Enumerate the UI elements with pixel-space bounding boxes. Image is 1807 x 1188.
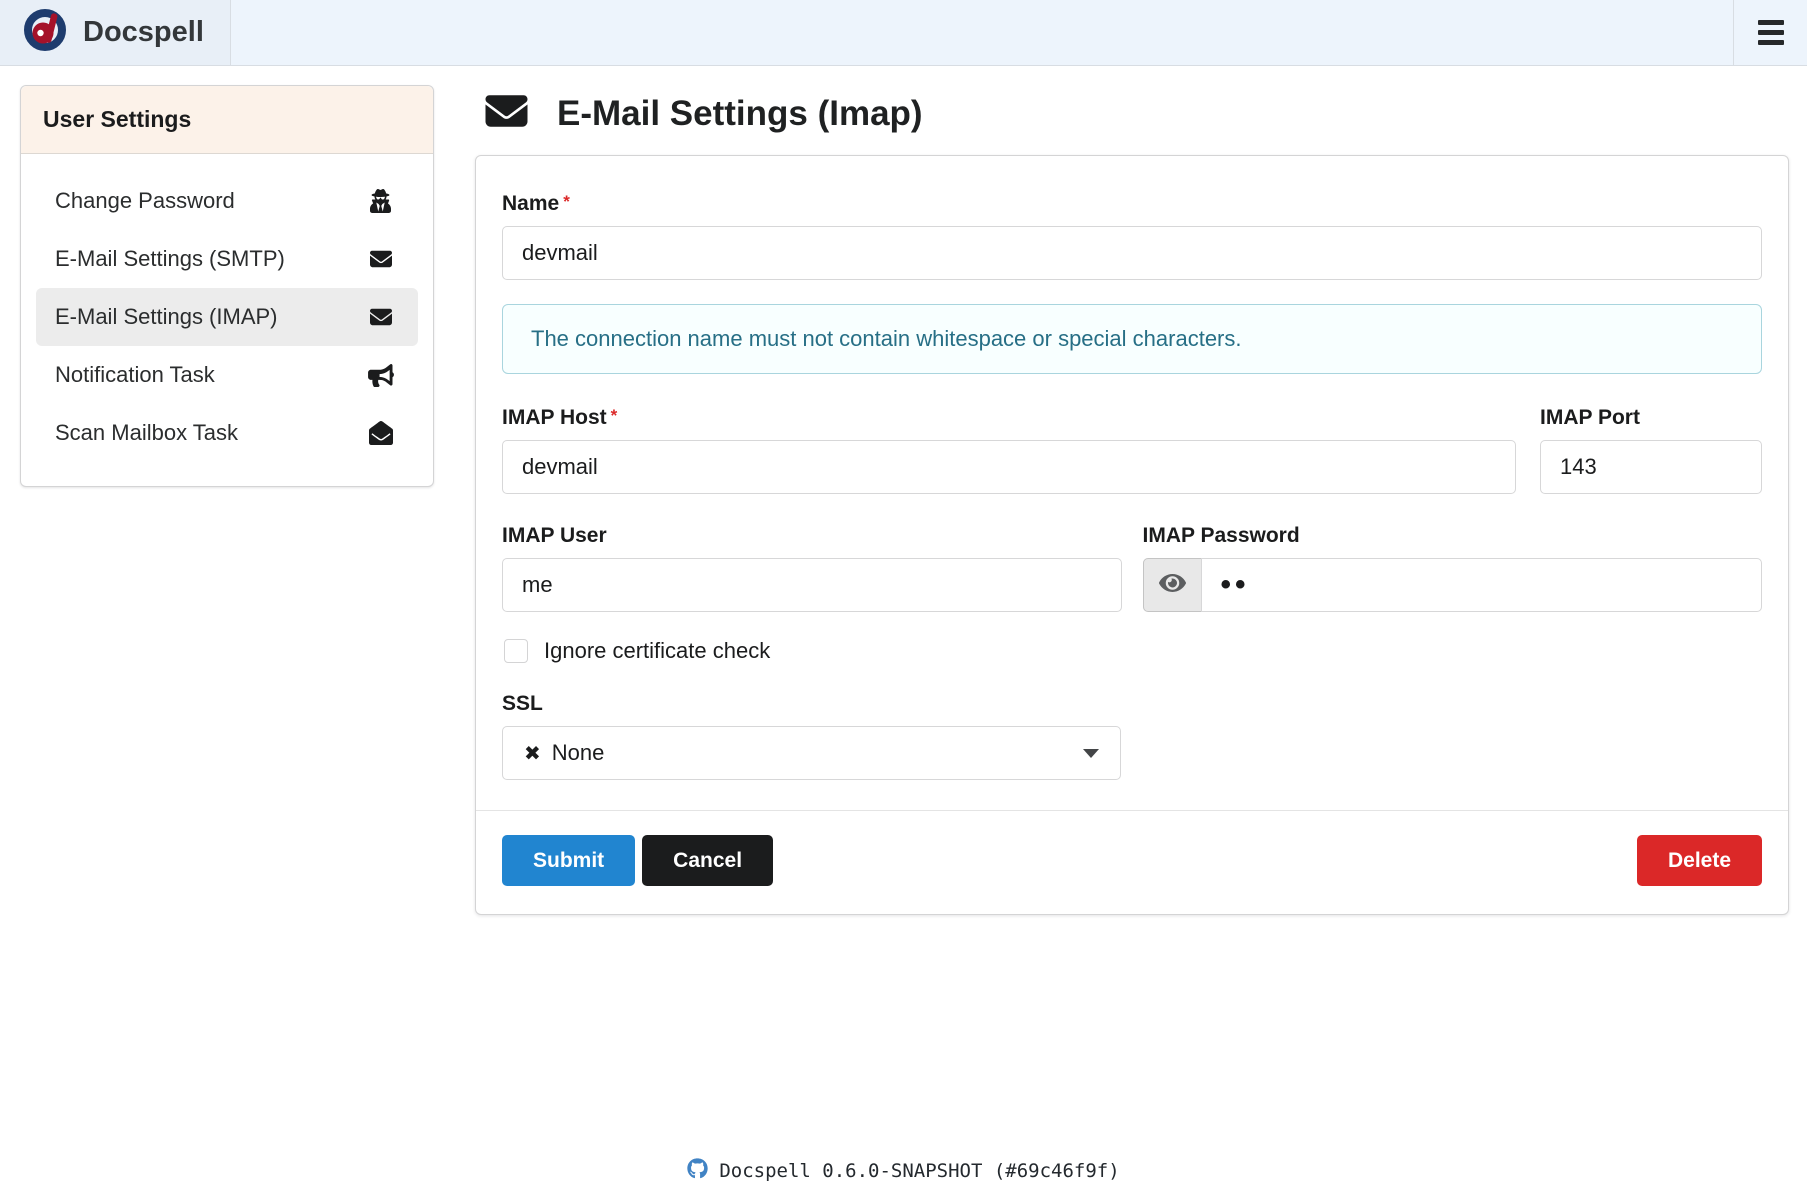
form-divider — [476, 810, 1788, 811]
user-password-row: IMAP User IMAP Password — [502, 524, 1762, 612]
sidebar-item-notification-task[interactable]: Notification Task — [36, 346, 418, 404]
remove-selection-icon[interactable]: ✖ — [524, 741, 541, 766]
ignore-cert-checkbox[interactable] — [504, 639, 528, 663]
imap-password-field: IMAP Password — [1143, 524, 1763, 612]
imap-settings-form: Name* The connection name must not conta… — [475, 155, 1789, 915]
envelope-icon — [367, 305, 394, 329]
sidebar-item-label: Notification Task — [55, 362, 215, 388]
sidebar-item-email-settings-imap[interactable]: E-Mail Settings (IMAP) — [36, 288, 418, 346]
top-navbar: Docspell — [0, 0, 1807, 66]
chevron-down-icon — [1083, 749, 1099, 758]
required-asterisk: * — [563, 192, 570, 211]
hamburger-icon — [1758, 20, 1784, 45]
ignore-cert-field: Ignore certificate check — [504, 638, 1762, 664]
delete-button[interactable]: Delete — [1637, 835, 1762, 886]
ssl-selected-value: None — [552, 740, 1083, 766]
sidebar-item-change-password[interactable]: Change Password — [36, 172, 418, 230]
required-asterisk: * — [611, 406, 618, 425]
content-area: User Settings Change Password E-Mail Set… — [0, 66, 1807, 915]
sidebar-item-email-settings-smtp[interactable]: E-Mail Settings (SMTP) — [36, 230, 418, 288]
name-label: Name* — [502, 192, 1762, 216]
envelope-icon — [480, 90, 533, 137]
docspell-logo-icon — [22, 7, 68, 58]
navbar-spacer — [231, 0, 1733, 65]
user-settings-sidebar: User Settings Change Password E-Mail Set… — [20, 85, 434, 487]
github-icon — [687, 1158, 708, 1184]
cancel-button[interactable]: Cancel — [642, 835, 773, 886]
ssl-field: SSL ✖ None — [502, 692, 1762, 780]
name-input[interactable] — [502, 226, 1762, 280]
imap-host-input[interactable] — [502, 440, 1516, 494]
brand-title: Docspell — [83, 16, 204, 49]
brand-home-link[interactable]: Docspell — [0, 0, 231, 65]
host-port-row: IMAP Host* IMAP Port — [502, 406, 1762, 494]
imap-host-label: IMAP Host* — [502, 406, 1516, 430]
sidebar-item-scan-mailbox-task[interactable]: Scan Mailbox Task — [36, 404, 418, 462]
imap-port-input[interactable] — [1540, 440, 1762, 494]
footer-version-link[interactable]: Docspell 0.6.0-SNAPSHOT (#69c46f9f) — [0, 1154, 1807, 1188]
envelope-open-icon — [367, 421, 394, 445]
page-header: E-Mail Settings (Imap) — [475, 90, 1789, 137]
imap-password-label: IMAP Password — [1143, 524, 1763, 548]
ssl-label: SSL — [502, 692, 1762, 716]
name-field: Name* — [502, 192, 1762, 280]
sidebar-item-label: Change Password — [55, 188, 235, 214]
sidebar-title: User Settings — [21, 86, 433, 154]
footer-version-text: Docspell 0.6.0-SNAPSHOT (#69c46f9f) — [719, 1160, 1119, 1182]
imap-user-input[interactable] — [502, 558, 1122, 612]
form-actions: Submit Cancel Delete — [502, 835, 1762, 886]
page-title: E-Mail Settings (Imap) — [557, 94, 923, 134]
user-secret-icon — [367, 189, 394, 213]
imap-user-label: IMAP User — [502, 524, 1122, 548]
imap-host-field: IMAP Host* — [502, 406, 1516, 494]
imap-port-label: IMAP Port — [1540, 406, 1762, 430]
imap-port-field: IMAP Port — [1540, 406, 1762, 494]
sidebar-item-label: E-Mail Settings (SMTP) — [55, 246, 285, 272]
sidebar-menu: Change Password E-Mail Settings (SMTP) E… — [21, 154, 433, 486]
bullhorn-icon — [367, 363, 394, 387]
menu-toggle-button[interactable] — [1733, 0, 1807, 65]
imap-password-input[interactable] — [1201, 558, 1763, 612]
main-panel: E-Mail Settings (Imap) Name* The connect… — [475, 66, 1789, 915]
eye-icon — [1159, 571, 1186, 600]
info-message: The connection name must not contain whi… — [502, 304, 1762, 374]
submit-button[interactable]: Submit — [502, 835, 635, 886]
ignore-cert-label: Ignore certificate check — [544, 638, 770, 664]
sidebar-item-label: E-Mail Settings (IMAP) — [55, 304, 278, 330]
ssl-dropdown[interactable]: ✖ None — [502, 726, 1121, 780]
toggle-password-visibility-button[interactable] — [1143, 558, 1201, 612]
sidebar-item-label: Scan Mailbox Task — [55, 420, 238, 446]
envelope-icon — [367, 247, 394, 271]
imap-user-field: IMAP User — [502, 524, 1122, 612]
